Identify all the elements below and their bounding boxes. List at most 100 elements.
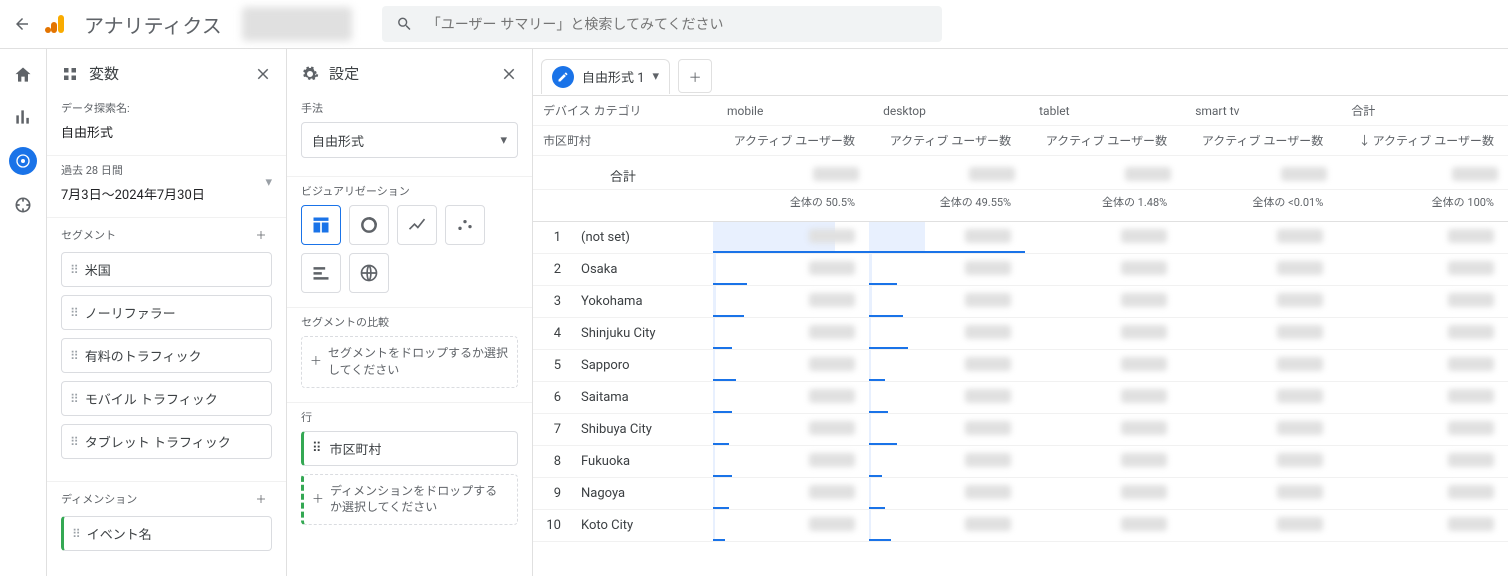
table-row[interactable]: 9Nagoya — [533, 478, 1508, 510]
close-settings-button[interactable] — [500, 65, 518, 83]
analytics-logo-icon — [44, 12, 68, 36]
close-icon — [254, 65, 272, 83]
segment-chip[interactable]: ⠿モバイル トラフィック — [61, 381, 272, 416]
nav-home[interactable] — [11, 63, 35, 87]
cell-value — [1025, 318, 1181, 350]
row-index: 7 — [533, 414, 573, 446]
nav-explore[interactable] — [9, 147, 37, 175]
back-button[interactable] — [10, 12, 34, 36]
data-table: デバイス カテゴリ mobile desktop tablet smart tv… — [533, 95, 1508, 576]
add-dimension-button[interactable]: ＋ — [250, 488, 272, 510]
cell-value — [869, 318, 1025, 350]
visualization-label: ビジュアリゼーション — [301, 183, 518, 199]
cell-value — [1181, 414, 1337, 446]
rows-label: 行 — [301, 409, 518, 425]
table-row[interactable]: 7Shibuya City — [533, 414, 1508, 446]
total-all — [1452, 167, 1498, 181]
table-row[interactable]: 1(not set) — [533, 222, 1508, 254]
cell-value — [1025, 414, 1181, 446]
viz-geo-button[interactable] — [349, 253, 389, 293]
row-city: Osaka — [573, 254, 713, 286]
row-chip-city[interactable]: ⠿ 市区町村 — [301, 431, 518, 466]
row-city: Shibuya City — [573, 414, 713, 446]
col-mobile[interactable]: mobile — [713, 96, 869, 126]
date-range-picker[interactable]: 過去 28 日間 7月3日～2024年7月30日 ▾ — [47, 156, 286, 218]
cell-value — [713, 446, 869, 478]
cell-value — [1025, 286, 1181, 318]
cell-value — [1025, 478, 1181, 510]
cell-value — [869, 382, 1025, 414]
tab-freeform-1[interactable]: 自由形式 1 ▾ — [541, 59, 670, 94]
nav-reports[interactable] — [11, 105, 35, 129]
sort-desc-icon: ↓ — [1359, 134, 1371, 148]
table-row[interactable]: 3Yokohama — [533, 286, 1508, 318]
table-row[interactable]: 10Koto City — [533, 510, 1508, 542]
grip-icon: ⠿ — [70, 435, 77, 449]
pct-desktop: 全体の 49.55% — [869, 190, 1025, 222]
property-selector[interactable] — [242, 7, 352, 41]
nav-advertising[interactable] — [11, 193, 35, 217]
add-segment-button[interactable]: ＋ — [250, 224, 272, 246]
table-row[interactable]: 4Shinjuku City — [533, 318, 1508, 350]
main: 変数 データ探索名: 自由形式 過去 28 日間 7月3日～2024年7月30日… — [0, 48, 1508, 576]
cell-value — [1025, 382, 1181, 414]
row-index: 4 — [533, 318, 573, 350]
dimension-header: デバイス カテゴリ — [533, 96, 713, 126]
viz-bar-button[interactable] — [301, 253, 341, 293]
search-input[interactable] — [427, 16, 928, 32]
cell-value — [1181, 254, 1337, 286]
settings-panel: 設定 手法 自由形式 ▾ ビジュアリゼーション セグメントの比較 — [286, 49, 532, 576]
segment-chip[interactable]: ⠿有料のトラフィック — [61, 338, 272, 373]
table-row[interactable]: 2Osaka — [533, 254, 1508, 286]
close-icon — [500, 65, 518, 83]
grip-icon: ⠿ — [70, 392, 77, 406]
explore-name-input[interactable]: 自由形式 — [61, 122, 272, 141]
cell-value — [1337, 254, 1508, 286]
segment-chip[interactable]: ⠿ノーリファラー — [61, 295, 272, 330]
chevron-down-icon[interactable]: ▾ — [653, 69, 660, 84]
col-smarttv[interactable]: smart tv — [1181, 96, 1337, 126]
rows-dropzone[interactable]: ＋ ディメンションをドロップするか選択してください — [301, 474, 518, 526]
cell-value — [869, 446, 1025, 478]
cell-value — [1181, 382, 1337, 414]
cell-value — [1181, 318, 1337, 350]
search-box[interactable] — [382, 6, 942, 42]
cell-value — [713, 318, 869, 350]
row-index: 1 — [533, 222, 573, 254]
dimension-chip[interactable]: ⠿イベント名 — [61, 516, 272, 551]
pct-mobile: 全体の 50.5% — [713, 190, 869, 222]
col-desktop[interactable]: desktop — [869, 96, 1025, 126]
viz-table-button[interactable] — [301, 205, 341, 245]
close-variables-button[interactable] — [254, 65, 272, 83]
cell-value — [1181, 478, 1337, 510]
technique-select[interactable]: 自由形式 ▾ — [301, 122, 518, 158]
cell-value — [713, 510, 869, 542]
bar-chart-icon — [13, 107, 33, 127]
metric-desktop[interactable]: アクティブ ユーザー数 — [869, 126, 1025, 156]
table-row[interactable]: 5Sapporo — [533, 350, 1508, 382]
col-tablet[interactable]: tablet — [1025, 96, 1181, 126]
cell-value — [869, 414, 1025, 446]
variables-icon — [61, 65, 79, 83]
col-total[interactable]: 合計 — [1337, 96, 1508, 126]
cell-value — [1025, 446, 1181, 478]
table-row[interactable]: 6Saitama — [533, 382, 1508, 414]
segment-dropzone[interactable]: ＋ セグメントをドロップするか選択してください — [301, 336, 518, 388]
grip-icon: ⠿ — [312, 441, 322, 456]
add-tab-button[interactable]: ＋ — [678, 59, 712, 93]
table-row[interactable]: 8Fukuoka — [533, 446, 1508, 478]
viz-donut-button[interactable] — [349, 205, 389, 245]
search-icon — [396, 15, 413, 33]
cell-value — [713, 254, 869, 286]
segment-chip[interactable]: ⠿タブレット トラフィック — [61, 424, 272, 459]
metric-total[interactable]: ↓アクティブ ユーザー数 — [1337, 126, 1508, 156]
cell-value — [869, 254, 1025, 286]
total-smarttv — [1281, 167, 1327, 181]
metric-mobile[interactable]: アクティブ ユーザー数 — [713, 126, 869, 156]
segment-chip[interactable]: ⠿米国 — [61, 252, 272, 287]
metric-tablet[interactable]: アクティブ ユーザー数 — [1025, 126, 1181, 156]
metric-smarttv[interactable]: アクティブ ユーザー数 — [1181, 126, 1337, 156]
viz-scatter-button[interactable] — [445, 205, 485, 245]
viz-line-button[interactable] — [397, 205, 437, 245]
row-city: Fukuoka — [573, 446, 713, 478]
